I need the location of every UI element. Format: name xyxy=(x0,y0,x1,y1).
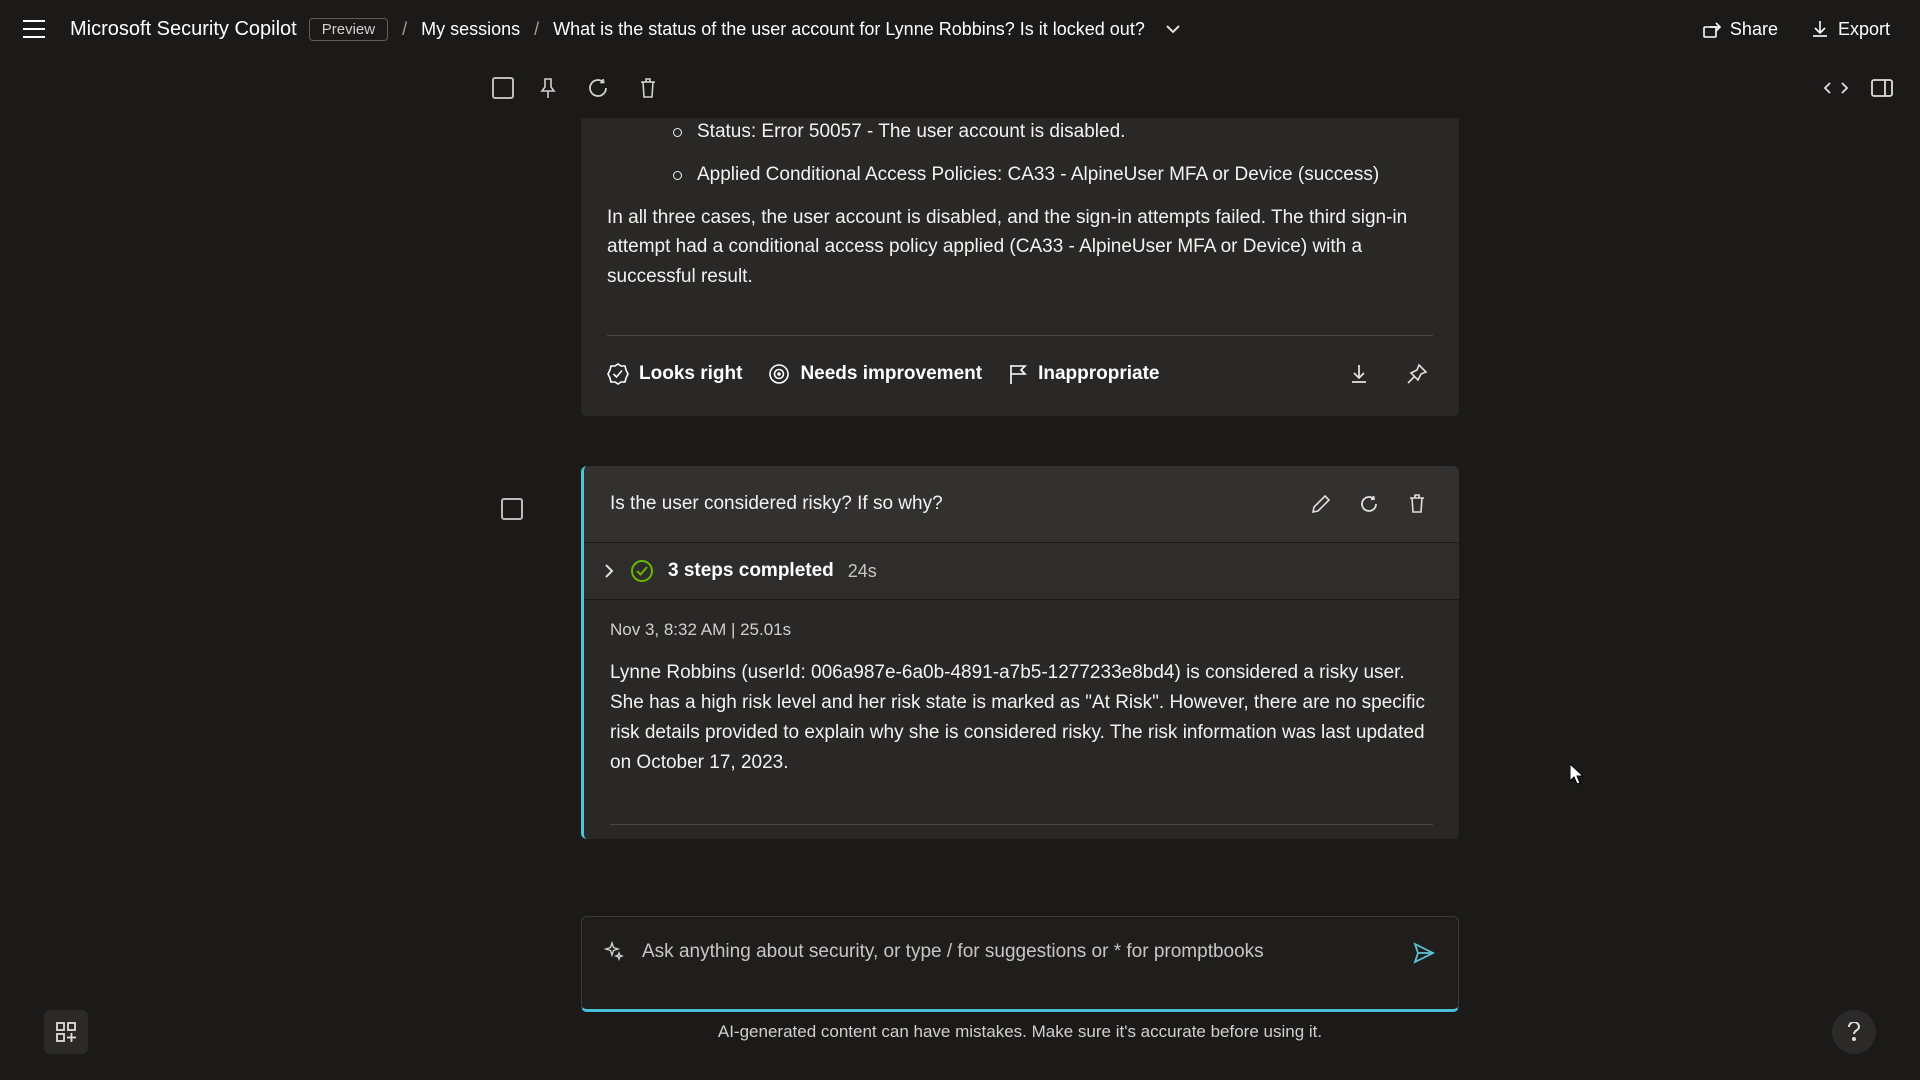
trash-icon xyxy=(1408,494,1426,514)
turn-card: Is the user considered risky? If so why? xyxy=(581,466,1459,839)
conversation-column: Status: Error 50057 - The user account i… xyxy=(581,118,1459,839)
breadcrumb-title: What is the status of the user account f… xyxy=(553,19,1145,40)
response-bullet: Applied Conditional Access Policies: CA3… xyxy=(697,161,1433,190)
send-button[interactable] xyxy=(1412,941,1436,965)
pencil-icon xyxy=(1311,494,1331,514)
answer-paragraph: Lynne Robbins (userId: 006a987e-6a0b-489… xyxy=(610,658,1433,778)
divider xyxy=(607,335,1433,336)
feedback-looks-right-button[interactable]: Looks right xyxy=(607,363,742,385)
prompt-actions xyxy=(1305,488,1433,520)
badge-check-icon xyxy=(607,363,629,385)
export-icon xyxy=(1810,19,1830,39)
feedback-needs-improvement-button[interactable]: Needs improvement xyxy=(768,363,982,385)
app-brand: Microsoft Security Copilot xyxy=(70,18,297,41)
select-all-checkbox[interactable] xyxy=(492,77,514,99)
refresh-button[interactable] xyxy=(582,72,614,104)
delete-button[interactable] xyxy=(632,72,664,104)
hamburger-menu-button[interactable] xyxy=(10,5,58,53)
prompt-row: Is the user considered risky? If so why? xyxy=(584,466,1459,543)
divider xyxy=(610,824,1433,825)
delete-prompt-button[interactable] xyxy=(1401,488,1433,520)
ai-disclaimer: AI-generated content can have mistakes. … xyxy=(581,1022,1459,1042)
answer-timestamp: Nov 3, 8:32 AM | 25.01s xyxy=(610,620,1433,640)
download-response-button[interactable] xyxy=(1343,358,1375,390)
response-bullets: Status: Error 50057 - The user account i… xyxy=(607,118,1433,189)
pin-icon xyxy=(1406,363,1428,385)
share-icon xyxy=(1702,19,1722,39)
export-button[interactable]: Export xyxy=(1800,13,1900,46)
turn-block: Is the user considered risky? If so why? xyxy=(581,466,1459,839)
feedback-row: Looks right Needs improvement Inappropri… xyxy=(607,358,1433,390)
target-icon xyxy=(768,363,790,385)
breadcrumb-sep: / xyxy=(402,19,407,40)
flag-icon xyxy=(1008,363,1028,385)
answer-block: Nov 3, 8:32 AM | 25.01s Lynne Robbins (u… xyxy=(584,600,1459,839)
app-header: Microsoft Security Copilot Preview / My … xyxy=(0,0,1920,58)
session-toolbar xyxy=(0,58,1920,118)
session-toolbar-left xyxy=(492,72,664,104)
prompt-placeholder: Ask anything about security, or type / f… xyxy=(642,941,1394,963)
breadcrumb-sep: / xyxy=(534,19,539,40)
share-label: Share xyxy=(1730,19,1778,40)
chevron-right-icon xyxy=(602,562,616,580)
apps-icon xyxy=(55,1021,77,1043)
sparkle-icon xyxy=(604,941,624,961)
download-icon xyxy=(1349,363,1369,385)
refresh-icon xyxy=(1359,494,1379,514)
feedback-inappropriate-button[interactable]: Inappropriate xyxy=(1008,363,1159,385)
refresh-icon xyxy=(587,77,609,99)
pin-button[interactable] xyxy=(532,72,564,104)
share-button[interactable]: Share xyxy=(1692,13,1788,46)
steps-duration: 24s xyxy=(848,561,877,582)
edit-prompt-button[interactable] xyxy=(1305,488,1337,520)
prompt-input-area: Ask anything about security, or type / f… xyxy=(581,916,1459,1042)
prompt-input[interactable]: Ask anything about security, or type / f… xyxy=(581,916,1459,1012)
expand-width-icon xyxy=(1823,80,1849,96)
toggle-panel-button[interactable] xyxy=(1866,72,1898,104)
response-card: Status: Error 50057 - The user account i… xyxy=(581,118,1459,416)
expand-width-button[interactable] xyxy=(1820,72,1852,104)
success-check-icon xyxy=(630,559,654,583)
select-turn-checkbox[interactable] xyxy=(501,498,523,520)
steps-row[interactable]: 3 steps completed 24s xyxy=(584,543,1459,600)
feedback-label: Needs improvement xyxy=(800,363,982,385)
steps-completed-label: 3 steps completed xyxy=(668,560,834,582)
chevron-down-icon xyxy=(1166,24,1180,34)
response-bullet: Status: Error 50057 - The user account i… xyxy=(697,118,1433,147)
hamburger-icon xyxy=(23,20,45,38)
mouse-cursor xyxy=(1570,764,1586,786)
feedback-label: Inappropriate xyxy=(1038,363,1159,385)
rerun-prompt-button[interactable] xyxy=(1353,488,1385,520)
preview-badge: Preview xyxy=(309,18,388,41)
pin-icon xyxy=(538,77,558,99)
session-dropdown-button[interactable] xyxy=(1161,17,1185,41)
session-toolbar-right xyxy=(1820,72,1898,104)
export-label: Export xyxy=(1838,19,1890,40)
panel-icon xyxy=(1871,79,1893,97)
feedback-label: Looks right xyxy=(639,363,742,385)
apps-button[interactable] xyxy=(44,1010,88,1054)
help-button[interactable] xyxy=(1832,1010,1876,1054)
help-icon xyxy=(1847,1022,1861,1042)
pin-response-button[interactable] xyxy=(1401,358,1433,390)
breadcrumb-sessions[interactable]: My sessions xyxy=(421,19,520,40)
response-paragraph: In all three cases, the user account is … xyxy=(607,203,1433,291)
send-icon xyxy=(1412,941,1436,965)
prompt-text: Is the user considered risky? If so why? xyxy=(610,493,1305,515)
trash-icon xyxy=(638,77,658,99)
